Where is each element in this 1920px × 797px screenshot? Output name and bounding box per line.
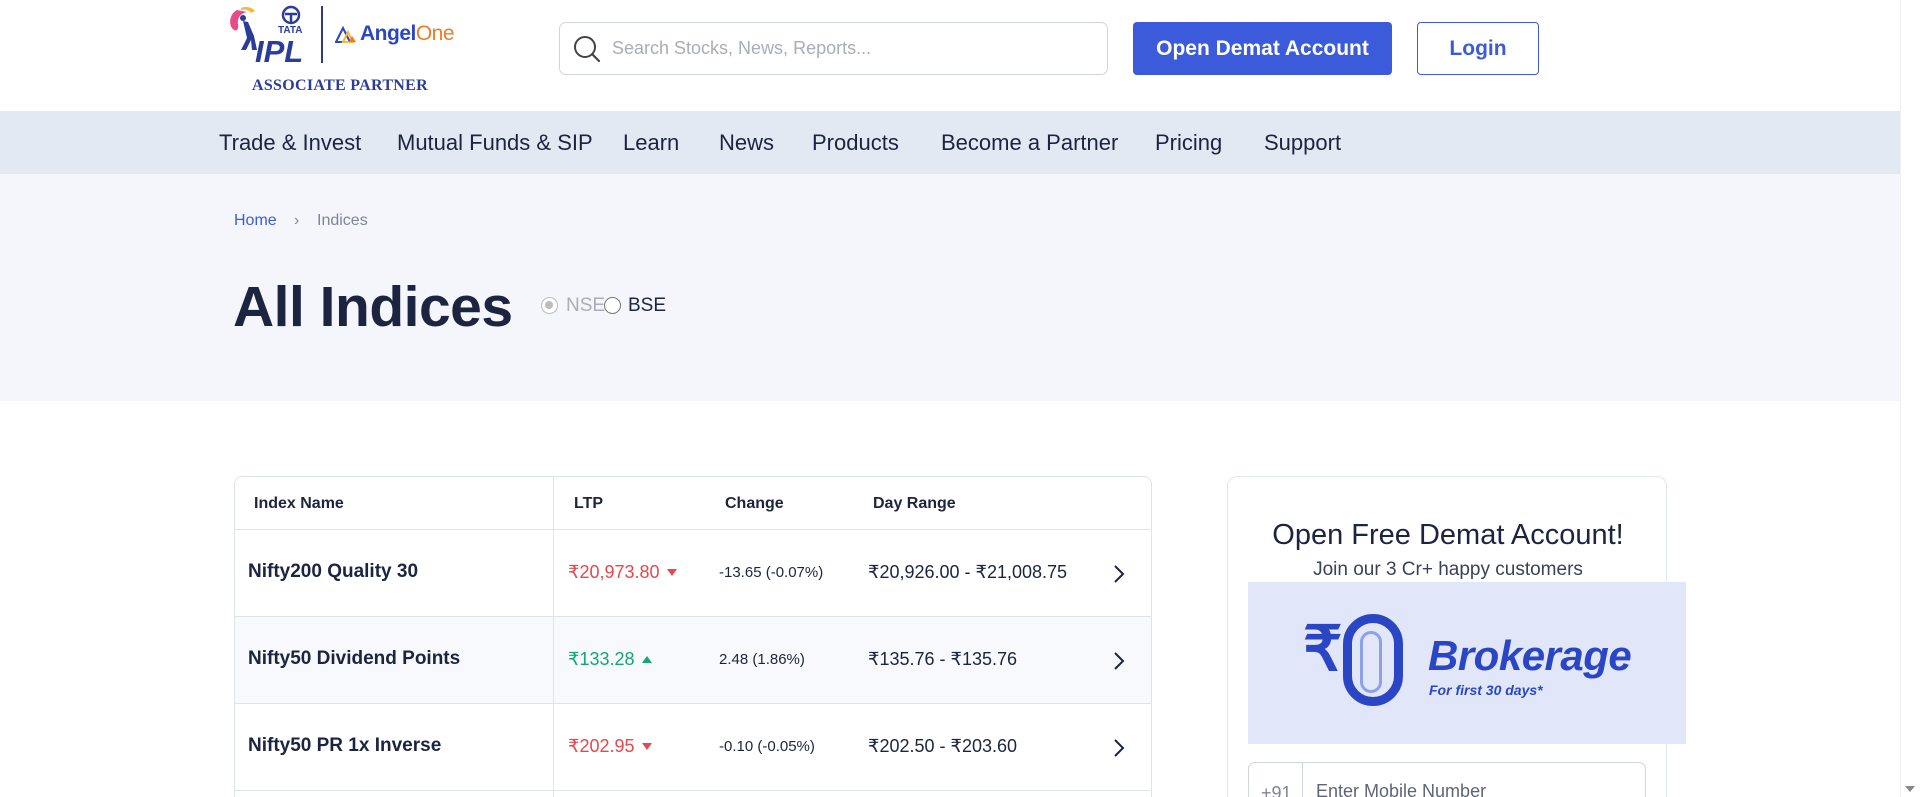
table-row[interactable]: Nifty50 Dividend Points ₹133.28 2.48 (1.… [235, 617, 1151, 704]
country-code: +91 [1261, 783, 1292, 797]
change-value: 2.48 (1.86%) [719, 651, 805, 668]
column-divider [553, 477, 554, 797]
change-value: -0.10 (-0.05%) [719, 738, 815, 755]
angelone-logo: Angel One [335, 19, 455, 49]
logo-divider [321, 6, 323, 63]
ipl-wordmark: IPL [255, 34, 303, 66]
brand-name-b: One [415, 22, 455, 45]
mobile-number-input[interactable] [1316, 781, 1616, 797]
signup-card: Open Free Demat Account! Join our 3 Cr+ … [1227, 476, 1686, 797]
change-value: -13.65 (-0.07%) [719, 564, 824, 581]
banner-headline: Brokerage [1428, 632, 1632, 679]
breadcrumb-current: Indices [317, 212, 368, 229]
index-name[interactable]: Nifty50 Dividend Points [248, 648, 460, 670]
rupee-symbol: ₹ [1303, 615, 1343, 684]
table-row[interactable]: Nifty50 PR 1x Inverse ₹202.95 -0.10 (-0.… [235, 704, 1151, 791]
down-arrow-icon [666, 569, 677, 576]
brand-name-a: Angel [360, 22, 416, 45]
search-icon [574, 35, 601, 62]
table-row[interactable]: Nifty200 Quality 30 ₹20,973.80 -13.65 (-… [235, 530, 1151, 617]
page-title: All Indices [233, 275, 513, 339]
index-name[interactable]: Nifty200 Quality 30 [248, 561, 418, 583]
zero-brokerage-banner: ₹ Brokerage For first 30 days* [1248, 582, 1686, 744]
nav-item-mutual-funds[interactable]: Mutual Funds & SIP [397, 130, 593, 156]
signup-card-title: Open Free Demat Account! [1272, 519, 1624, 551]
bse-radio-label[interactable]: BSE [628, 295, 666, 317]
breadcrumb-home-link[interactable]: Home [234, 212, 277, 230]
zero-graphic-icon [1343, 614, 1403, 706]
open-demat-account-button[interactable]: Open Demat Account [1133, 22, 1392, 75]
ltp-text: ₹20,973.80 [568, 562, 660, 582]
day-range-value: ₹135.76 - ₹135.76 [868, 649, 1018, 669]
nav-item-products[interactable]: Products [812, 130, 899, 156]
associate-partner-label: ASSOCIATE PARTNER [252, 77, 428, 94]
indices-table: Index Name LTP Change Day Range Nifty200… [234, 476, 1152, 797]
nav-item-become-partner[interactable]: Become a Partner [941, 130, 1118, 156]
day-range-value: ₹202.50 - ₹203.60 [868, 736, 1018, 756]
logo-lockup[interactable]: TATA IPL Angel One ASSOCIATE PARTNER [225, 4, 455, 99]
chevron-right-icon[interactable] [1112, 650, 1126, 672]
angelone-mark-icon [335, 25, 356, 43]
scroll-down-arrow-icon[interactable] [1905, 786, 1915, 792]
ipl-logo-icon: TATA IPL [230, 5, 303, 66]
bse-radio[interactable] [604, 297, 621, 314]
chevron-right-icon[interactable] [1112, 563, 1126, 585]
country-code-divider [1302, 763, 1303, 797]
main-nav: Trade & Invest Mutual Funds & SIP Learn … [0, 111, 1900, 174]
column-header-day-range: Day Range [873, 495, 956, 512]
search-box[interactable] [559, 22, 1108, 75]
banner-subtext: For first 30 days* [1429, 682, 1543, 698]
nav-item-news[interactable]: News [719, 130, 774, 156]
column-header-change: Change [725, 495, 784, 512]
nav-item-support[interactable]: Support [1264, 130, 1341, 156]
mobile-number-field[interactable]: +91 [1248, 762, 1646, 797]
page: TATA IPL AngelOne ASSOCIATE PARTNER Ope [0, 0, 1920, 797]
page-scrollbar[interactable] [1900, 0, 1920, 797]
ltp-value: ₹20,973.80 [568, 562, 677, 583]
up-arrow-icon [641, 656, 652, 663]
column-header-index-name: Index Name [254, 495, 344, 512]
column-header-ltp: LTP [574, 495, 604, 512]
ltp-text: ₹202.95 [568, 736, 635, 756]
login-button[interactable]: Login [1417, 22, 1539, 75]
site-header: TATA IPL AngelOne ASSOCIATE PARTNER Ope [0, 0, 1900, 111]
index-name[interactable]: Nifty50 PR 1x Inverse [248, 735, 441, 757]
hero-section: Home › Indices All Indices NSE BSE [0, 174, 1900, 401]
nav-item-trade-invest[interactable]: Trade & Invest [219, 130, 361, 156]
ltp-text: ₹133.28 [568, 649, 635, 669]
nse-radio[interactable] [541, 297, 558, 314]
down-arrow-icon [641, 743, 652, 750]
chevron-right-icon[interactable] [1112, 737, 1126, 759]
nav-item-learn[interactable]: Learn [623, 130, 679, 156]
breadcrumb-separator: › [294, 212, 300, 229]
signup-card-subtitle: Join our 3 Cr+ happy customers [1313, 559, 1583, 580]
ltp-value: ₹133.28 [568, 649, 652, 670]
ltp-value: ₹202.95 [568, 736, 652, 757]
nse-radio-label[interactable]: NSE [566, 295, 605, 317]
day-range-value: ₹20,926.00 - ₹21,008.75 [868, 562, 1068, 582]
nav-item-pricing[interactable]: Pricing [1155, 130, 1222, 156]
search-input[interactable] [612, 38, 1082, 59]
